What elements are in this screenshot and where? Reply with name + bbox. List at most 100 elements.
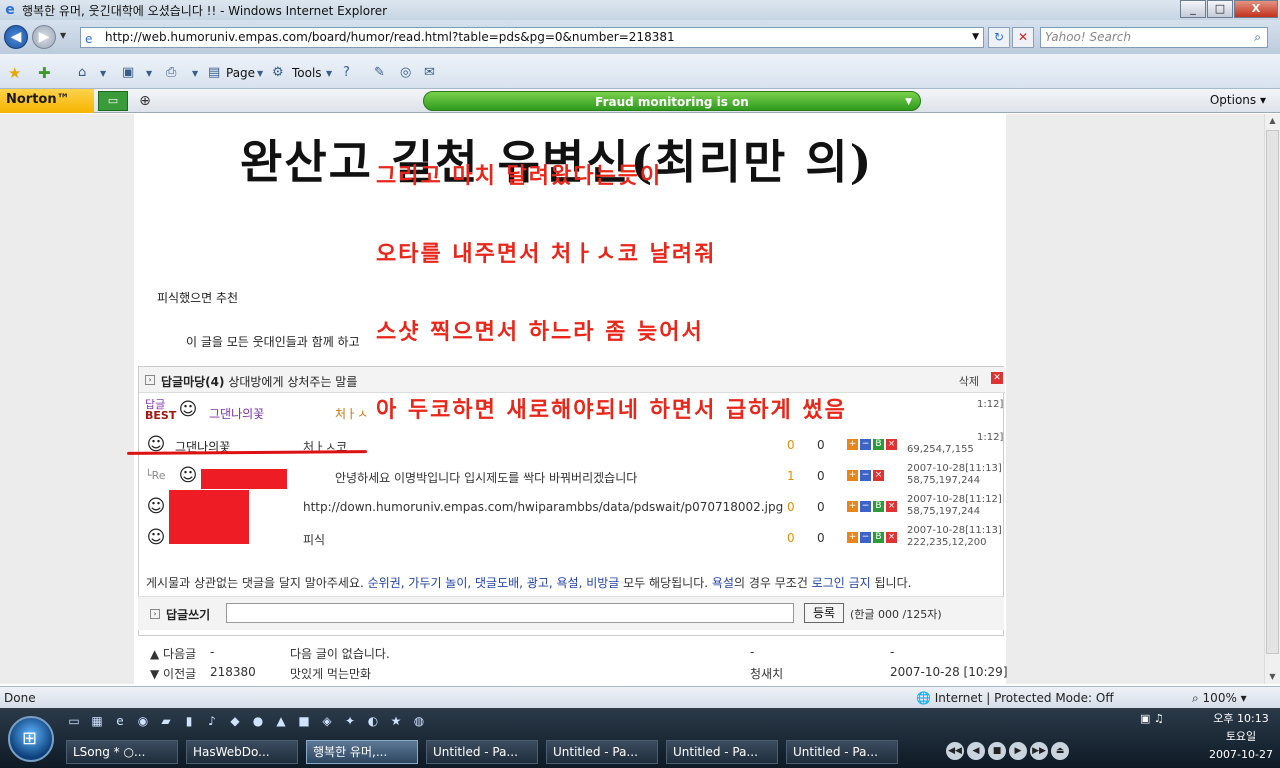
x-icon[interactable]: × [886,501,897,512]
plus-icon[interactable]: + [847,501,858,512]
stop-button[interactable]: ✕ [1012,27,1034,48]
search-icon[interactable]: ⌕ [1254,28,1261,47]
minus-icon[interactable]: − [860,439,871,450]
norton-safe-button[interactable]: ▭ [98,91,128,111]
taskbar-button[interactable]: Untitled - Pa... [546,740,658,764]
search-input[interactable]: Yahoo! Search ⌕ [1040,27,1268,48]
tools-dropdown-icon[interactable]: ▼ [326,69,332,78]
taskbar-button[interactable]: LSong * ○... [66,740,178,764]
app-icon[interactable]: ▲ [271,712,291,730]
x-icon[interactable]: × [886,532,897,543]
forward-button[interactable]: ▶ [32,25,56,49]
toolbar-extra-icon[interactable]: ✉ [424,65,435,80]
ie-icon[interactable]: e [110,712,130,730]
x-icon[interactable]: × [886,439,897,450]
nav-title[interactable]: 맛있게 먹는만화 [290,665,371,682]
submit-button[interactable]: 등록 [804,603,844,623]
note-icon[interactable]: ▮ [179,712,199,730]
start-button[interactable]: ⊞ [8,716,54,762]
options-menu[interactable]: Options ▾ [1210,93,1266,107]
comment-title: 답글마당(4) 상대방에게 상처주는 말를 [161,373,357,390]
plus-icon[interactable]: + [847,470,858,481]
b-icon[interactable]: B [873,439,884,450]
taskbar-button[interactable]: Untitled - Pa... [426,740,538,764]
next-post-row[interactable]: ▲ 다음글 - 다음 글이 없습니다. - - [142,642,1006,662]
page-menu[interactable]: Page [226,66,255,80]
print-icon[interactable]: ⎙ [166,65,176,80]
switch-windows-icon[interactable]: ▦ [87,712,107,730]
minimize-button[interactable]: _ [1180,0,1206,18]
comment-date: 2007-10-28[11:13] [907,525,1002,536]
firefox-icon[interactable]: ◉ [133,712,153,730]
history-dropdown-icon[interactable]: ▼ [60,31,66,40]
print-dropdown-icon[interactable]: ▼ [192,69,198,78]
blog-icon[interactable]: ◎ [400,65,411,80]
app-icon[interactable]: ◈ [317,712,337,730]
back-button[interactable]: ◀ [4,25,28,49]
media-next-icon[interactable]: ▶▶ [1030,742,1048,760]
app-icon[interactable]: ■ [294,712,314,730]
zoom-control[interactable]: ⌕ 100% ▾ [1192,691,1247,706]
toggle-icon[interactable]: › [150,609,160,619]
app-icon[interactable]: ✦ [340,712,360,730]
feeds-dropdown-icon[interactable]: ▼ [146,69,152,78]
scroll-down-icon[interactable]: ▼ [1265,670,1280,684]
volume-icon[interactable]: ♫ [1154,712,1164,725]
scroll-thumb[interactable] [1266,130,1279,654]
app-icon[interactable]: ● [248,712,268,730]
taskbar-button[interactable]: Untitled - Pa... [666,740,778,764]
minus-icon[interactable]: − [860,470,871,481]
tools-menu[interactable]: Tools [292,66,322,80]
vertical-scrollbar[interactable]: ▲ ▼ [1264,114,1280,684]
media-eject-icon[interactable]: ⏏ [1051,742,1069,760]
delete-icon[interactable]: ✕ [991,372,1003,384]
b-icon[interactable]: B [873,532,884,543]
taskbar-button[interactable]: HasWebDo... [186,740,298,764]
minus-icon[interactable]: − [860,501,871,512]
research-icon[interactable]: ✎ [374,65,385,80]
network-icon[interactable]: ▣ [1140,712,1150,725]
home-dropdown-icon[interactable]: ▼ [100,69,106,78]
address-field[interactable]: e http://web.humoruniv.empas.com/board/h… [80,27,984,48]
plus-icon[interactable]: + [847,439,858,450]
fraud-monitor-status[interactable]: Fraud monitoring is on ▼ [423,91,921,111]
add-favorites-icon[interactable]: ✚ [38,64,51,82]
app-icon[interactable]: ◍ [409,712,429,730]
favorites-star-icon[interactable]: ★ [8,64,21,82]
home-icon[interactable]: ⌂ [78,65,86,80]
maximize-button[interactable]: □ [1207,0,1233,18]
delete-label[interactable]: 삭제 [959,373,979,389]
help-icon[interactable]: ? [343,65,350,80]
media-back-icon[interactable]: ◀ [967,742,985,760]
nav-title[interactable]: 다음 글이 없습니다. [290,645,390,662]
feeds-icon[interactable]: ▣ [122,65,134,80]
folder-icon[interactable]: ▰ [156,712,176,730]
globe-icon[interactable]: ⊕ [134,92,156,110]
clock[interactable]: 오후 10:13 토요일 2007-10-27 [1206,710,1276,764]
fraud-dropdown-icon[interactable]: ▼ [905,92,912,112]
best-comment-author[interactable]: 그댄나의꽃 [209,405,264,422]
taskbar-button[interactable]: 행복한 유머,... [306,740,418,764]
media-stop-icon[interactable]: ■ [988,742,1006,760]
overlay-note: 그리고 마치 달려왔다는듯이 [376,164,663,189]
reply-input[interactable] [226,603,794,623]
minus-icon[interactable]: − [860,532,871,543]
media-icon[interactable]: ♪ [202,712,222,730]
app-icon[interactable]: ◐ [363,712,383,730]
media-prev-icon[interactable]: ◀◀ [946,742,964,760]
app-icon[interactable]: ★ [386,712,406,730]
page-dropdown-icon[interactable]: ▼ [257,69,263,78]
taskbar-button[interactable]: Untitled - Pa... [786,740,898,764]
close-button[interactable]: X [1234,0,1278,18]
refresh-button[interactable]: ↻ [988,27,1010,48]
prev-post-row[interactable]: ▼ 이전글 218380 맛있게 먹는만화 청새치 2007-10-28 [10… [142,662,1008,682]
scroll-up-icon[interactable]: ▲ [1265,114,1280,128]
show-desktop-icon[interactable]: ▭ [64,712,84,730]
b-icon[interactable]: B [873,501,884,512]
plus-icon[interactable]: + [847,532,858,543]
toggle-icon[interactable]: › [145,375,155,385]
media-play-icon[interactable]: ▶ [1009,742,1027,760]
x-icon[interactable]: × [873,470,884,481]
app-icon[interactable]: ◆ [225,712,245,730]
address-dropdown-icon[interactable]: ▼ [972,28,979,47]
